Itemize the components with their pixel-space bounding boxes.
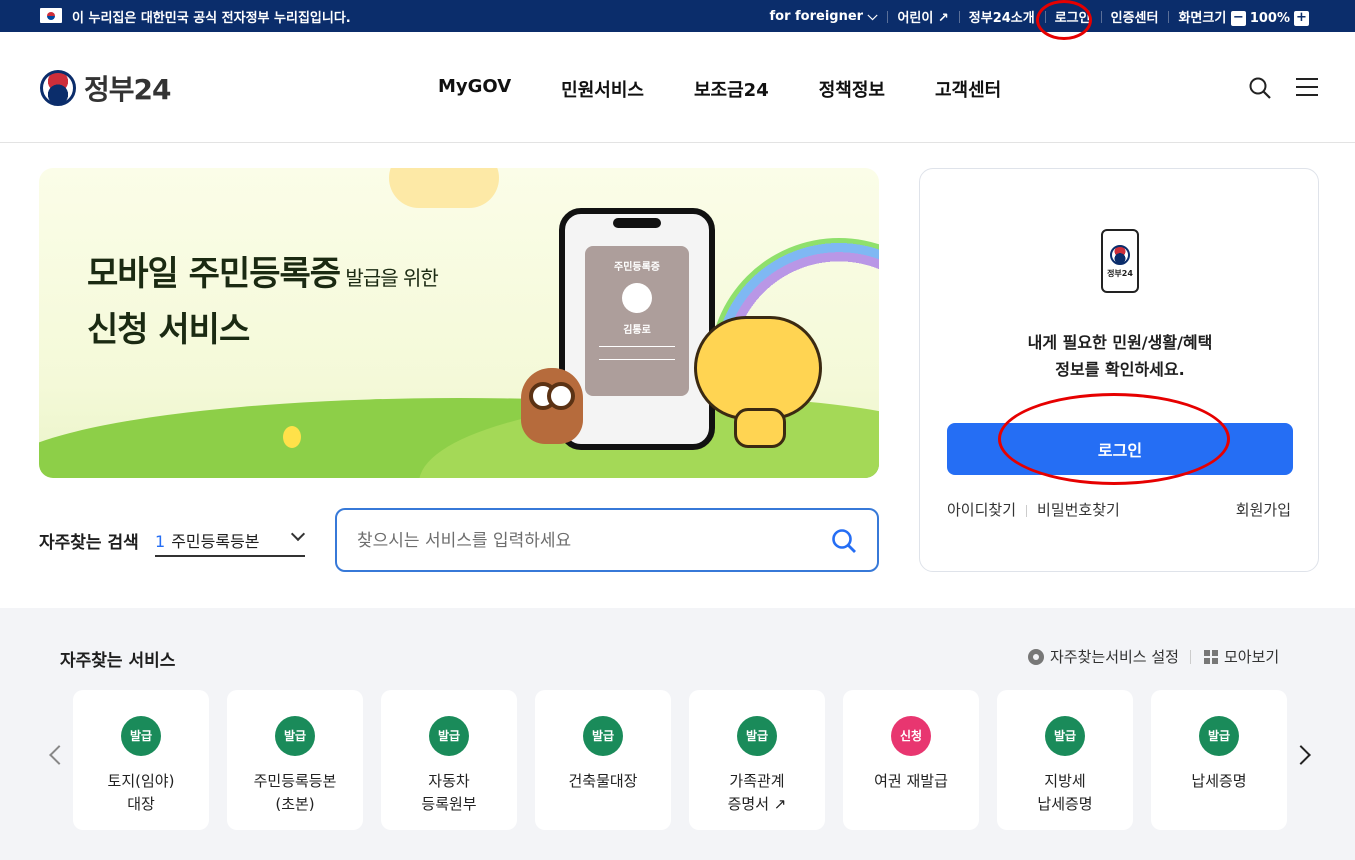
settings-label: 자주찾는서비스 설정 [1050,648,1179,666]
mobile-phone-icon: 정부24 [1101,229,1139,293]
login-message-line2: 정보를 확인하세요. [1055,360,1185,379]
chevron-left-icon[interactable] [49,745,69,765]
about-gov24-link[interactable]: 정부24소개 [958,7,1045,26]
service-name: 가족관계 증명서 ↗ [727,772,787,813]
grid-icon [1204,649,1218,664]
id-card-illustration: 주민등록증 김통로 [585,246,689,396]
squirrel-body-illustration [734,408,786,448]
squirrel-character-illustration [694,316,822,420]
service-name: 여권 재발급 [874,772,948,790]
service-card[interactable]: 발급가족관계 증명서 ↗ [689,690,825,830]
logo-text: 정부24 [84,73,171,106]
frequent-services-settings-button[interactable]: 자주찾는서비스 설정 [1028,646,1179,667]
service-card-list: 발급토지(임야) 대장 발급주민등록등본 (초본) 발급자동차 등록원부 발급건… [73,690,1287,830]
login-message-line1: 내게 필요한 민원/생활/혜택 [1027,333,1213,352]
search-icon[interactable] [1248,76,1272,100]
banner-title-small: 발급을 위한 [340,266,438,290]
apply-badge: 신청 [891,716,931,756]
chevron-right-icon[interactable] [1291,745,1311,765]
service-name: 건축물대장 [568,772,638,790]
screen-size-control: 화면크기 −100% + [1168,7,1319,26]
annotation-circle-login-button [998,393,1230,485]
banner-title-line2: 신청 서비스 [87,310,250,350]
find-id-link[interactable]: 아이디찾기 [947,501,1016,519]
service-card[interactable]: 발급건축물대장 [535,690,671,830]
service-card[interactable]: 발급자동차 등록원부 [381,690,517,830]
login-card: 정부24 내게 필요한 민원/생활/혜택 정보를 확인하세요. 로그인 아이디찾… [919,168,1319,572]
banner-title: 모바일 주민등록증 발급을 위한 신청 서비스 [87,248,439,356]
banner-title-line1: 모바일 주민등록증 [87,254,341,294]
issue-badge: 발급 [121,716,161,756]
id-card-name: 김통로 [623,325,651,336]
login-message: 내게 필요한 민원/생활/혜택 정보를 확인하세요. [920,329,1320,383]
cloud-decoration [389,168,499,208]
view-all-button[interactable]: 모아보기 [1204,646,1279,667]
chevron-down-icon [290,526,306,542]
korea-flag-icon [40,8,62,23]
nav-customer-center[interactable]: 고객센터 [935,76,1001,102]
service-card[interactable]: 발급토지(임야) 대장 [73,690,209,830]
taegeuk-logo-icon [40,70,76,106]
service-name: 토지(임야) 대장 [107,772,175,813]
issue-badge: 발급 [1045,716,1085,756]
service-search-input[interactable] [357,526,817,556]
kids-link[interactable]: 어린이 ↗ [887,7,958,26]
frequent-services-section: 자주찾는 서비스 자주찾는서비스 설정 모아보기 발급토지(임야) 대장 발급주… [0,608,1355,860]
account-links: 아이디찾기 비밀번호찾기 [947,499,1120,520]
service-card[interactable]: 발급지방세 납세증명 [997,690,1133,830]
zoom-value: 100% [1249,10,1290,26]
screen-size-label: 화면크기 [1178,10,1227,26]
issue-badge: 발급 [429,716,469,756]
frequent-services-title: 자주찾는 서비스 [60,651,176,671]
service-name: 지방세 납세증명 [1037,772,1093,813]
signup-link[interactable]: 회원가입 [1236,499,1291,520]
zoom-out-button[interactable]: − [1230,10,1246,26]
frequent-search-rank: 1 [155,532,166,551]
service-name: 주민등록등본 (초본) [253,772,337,813]
service-search-box [335,508,879,572]
service-card[interactable]: 발급주민등록등본 (초본) [227,690,363,830]
for-foreigner-link[interactable]: for foreigner ⌵ [760,9,888,24]
nav-mygov[interactable]: MyGOV [438,76,511,102]
find-password-link[interactable]: 비밀번호찾기 [1037,501,1120,519]
issue-badge: 발급 [737,716,777,756]
nav-policy-info[interactable]: 정책정보 [819,76,885,102]
gov24-logo[interactable]: 정부24 [40,68,171,108]
search-submit-icon[interactable] [831,528,857,554]
nav-civil-service[interactable]: 민원서비스 [561,76,644,102]
gov-notice-text[interactable]: 이 누리집은 대한민국 공식 전자정부 누리집입니다. [72,7,351,26]
gov-notice-bar: 이 누리집은 대한민국 공식 전자정부 누리집입니다. for foreigne… [0,0,1355,32]
main-header: 정부24 MyGOV 민원서비스 보조금24 정책정보 고객센터 [0,32,1355,143]
cert-center-link[interactable]: 인증센터 [1100,7,1169,26]
service-name: 납세증명 [1191,772,1247,790]
main-nav: MyGOV 민원서비스 보조금24 정책정보 고객센터 [438,76,1001,102]
view-all-label: 모아보기 [1224,648,1280,666]
owl-character-illustration [521,368,583,444]
promo-banner[interactable]: 모바일 주민등록증 발급을 위한 신청 서비스 주민등록증 김통로 [39,168,879,478]
issue-badge: 발급 [583,716,623,756]
frequent-search-select[interactable]: 1 주민등록등본 [155,520,306,557]
issue-badge: 발급 [275,716,315,756]
service-name: 자동차 등록원부 [421,772,477,813]
gear-icon [1028,648,1044,665]
frequent-search-value: 주민등록등본 [171,532,260,551]
service-card[interactable]: 신청여권 재발급 [843,690,979,830]
hamburger-menu-icon[interactable] [1296,78,1318,96]
service-card[interactable]: 발급납세증명 [1151,690,1287,830]
zoom-in-button[interactable]: + [1294,10,1309,26]
id-card-title: 주민등록증 [614,262,660,273]
avatar-icon [622,283,652,313]
frequent-search-label: 자주찾는 검색 [39,533,139,553]
issue-badge: 발급 [1199,716,1239,756]
nav-subsidy24[interactable]: 보조금24 [694,76,769,102]
phone-icon-label: 정부24 [1107,269,1133,278]
chick-illustration [283,426,301,448]
